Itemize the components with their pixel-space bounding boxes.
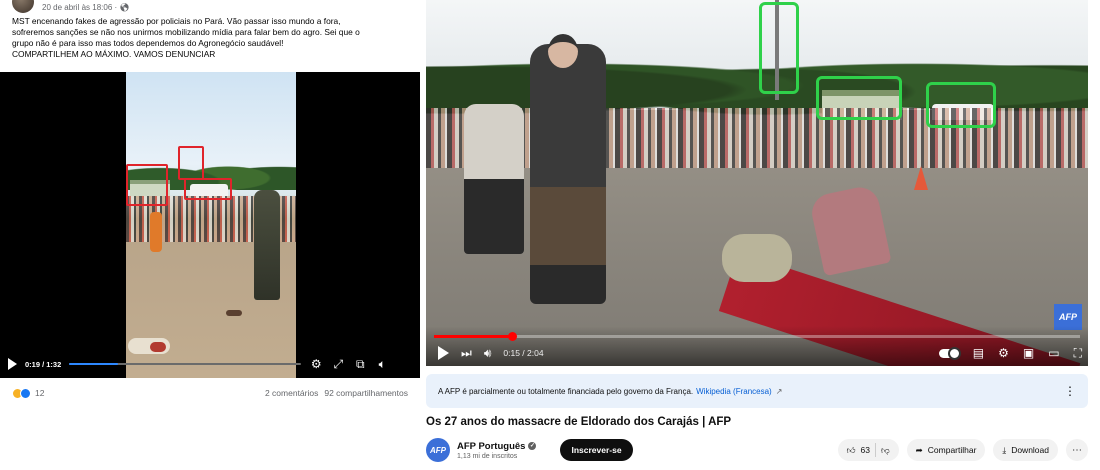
- miniplayer-icon[interactable]: ▣: [1023, 346, 1034, 360]
- video-actions: 👍︎ 63 👎︎ ➦ Compartilhar ⤓ Download ⋯: [837, 439, 1088, 461]
- thumbs-down-icon[interactable]: 👎︎: [881, 445, 890, 456]
- post-text-line: MST encenando fakes de agressão por poli…: [12, 16, 341, 26]
- share-label: Compartilhar: [927, 445, 977, 455]
- post-meta: 20 de abril às 18:06 · 🌎︎: [12, 0, 130, 13]
- youtube-watch-page: AFP ⏭︎ 🔊︎ 0:15 / 2:04 ▤ ⚙︎ ▣ ▭ ⛶ A AFP é…: [426, 0, 1100, 470]
- thumbs-up-icon: 👍︎: [846, 444, 856, 455]
- comments-count[interactable]: 2 comentários: [265, 388, 318, 398]
- autoplay-toggle[interactable]: [938, 346, 961, 360]
- highlight-box-house: [816, 76, 902, 120]
- police-officer: [254, 190, 280, 300]
- seek-bar[interactable]: [434, 332, 1080, 341]
- channel-row: AFP AFP Português ✓ 1,13 mi de inscritos…: [426, 436, 1088, 464]
- info-panel-link[interactable]: Wikipedia (Francesa): [696, 387, 772, 396]
- playback-time: 0:15 / 2:04: [503, 348, 544, 358]
- gear-icon[interactable]: ⚙︎: [309, 357, 323, 371]
- fb-video-player[interactable]: 0:19 / 1:32 ⚙︎ ⤢ ⧉ 🔈︎: [0, 72, 420, 378]
- highlight-box-bus: [184, 178, 232, 200]
- seek-bar[interactable]: [69, 363, 302, 365]
- playback-time: 0:19 / 1:32: [25, 359, 62, 369]
- subscribe-button[interactable]: Inscrever-se: [560, 439, 633, 461]
- fb-player-controls: 0:19 / 1:32 ⚙︎ ⤢ ⧉ 🔈︎: [0, 350, 420, 378]
- more-actions-icon[interactable]: ⋯: [1066, 439, 1088, 461]
- volume-icon[interactable]: 🔈︎: [375, 357, 389, 371]
- pip-icon[interactable]: ⧉: [353, 357, 367, 371]
- post-text-line: sofreremos sanções se não nos unirmos mo…: [12, 27, 360, 37]
- running-person: [150, 212, 162, 252]
- post-text: MST encenando fakes de agressão por poli…: [12, 16, 407, 60]
- yt-player-controls: ⏭︎ 🔊︎ 0:15 / 2:04 ▤ ⚙︎ ▣ ▭ ⛶: [426, 326, 1088, 366]
- like-count: 63: [860, 445, 870, 455]
- fullscreen-icon[interactable]: ⛶: [1074, 346, 1082, 360]
- channel-avatar[interactable]: AFP: [426, 438, 450, 462]
- gear-icon[interactable]: ⚙︎: [998, 346, 1009, 360]
- highlight-box-van: [926, 82, 996, 128]
- fullscreen-icon[interactable]: ⤢: [331, 357, 345, 371]
- seek-bar-progress: [69, 363, 118, 365]
- video-title: Os 27 anos do massacre de Eldorado dos C…: [426, 416, 732, 428]
- next-icon[interactable]: ⏭︎: [461, 346, 472, 360]
- subscriber-count: 1,13 mi de inscritos: [457, 452, 518, 460]
- play-icon[interactable]: [8, 358, 17, 370]
- info-panel-text: A AFP é parcialmente ou totalmente finan…: [438, 386, 694, 396]
- highlight-box-pole: [759, 2, 799, 94]
- crouching-man: [464, 104, 524, 254]
- channel-name[interactable]: AFP Português: [457, 441, 525, 452]
- divider: [875, 443, 876, 457]
- camera-operator: [530, 34, 606, 304]
- seek-handle[interactable]: [507, 332, 517, 341]
- post-text-line: grupo não é para isso mas todos dependem…: [12, 38, 284, 48]
- reactions-count[interactable]: 12: [35, 388, 44, 398]
- like-button[interactable]: 👍︎ 63: [847, 445, 870, 456]
- external-link-icon[interactable]: ↗: [776, 387, 783, 396]
- verified-icon: ✓: [528, 442, 537, 450]
- like-reaction-icon: [20, 387, 31, 399]
- volume-icon[interactable]: 🔊︎: [484, 346, 492, 360]
- more-icon[interactable]: ⋮: [1064, 384, 1076, 398]
- control-row: ⏭︎ 🔊︎ 0:15 / 2:04 ▤ ⚙︎ ▣ ▭ ⛶: [438, 344, 1082, 362]
- highlight-box-pole: [178, 146, 204, 180]
- reactions[interactable]: [12, 387, 31, 399]
- post-date[interactable]: 20 de abril às 18:06 · 🌎︎: [42, 3, 130, 12]
- shoe: [226, 310, 242, 316]
- download-label: Download: [1011, 445, 1049, 455]
- author-avatar[interactable]: [12, 0, 34, 13]
- channel-info: AFP Português ✓ 1,13 mi de inscritos: [457, 441, 537, 460]
- like-dislike-group: 👍︎ 63 👎︎: [837, 439, 899, 461]
- post-text-line: COMPARTILHEM AO MÁXIMO. VAMOS DENUNCIAR: [12, 49, 216, 59]
- theater-icon[interactable]: ▭: [1048, 346, 1059, 360]
- subtitles-icon[interactable]: ▤: [973, 346, 984, 360]
- video-frame: [126, 72, 296, 378]
- shares-count[interactable]: 92 compartilhamentos: [324, 388, 408, 398]
- download-icon: ⤓: [1002, 444, 1007, 455]
- yt-video-player[interactable]: AFP ⏭︎ 🔊︎ 0:15 / 2:04 ▤ ⚙︎ ▣ ▭ ⛶: [426, 0, 1088, 366]
- info-panel: A AFP é parcialmente ou totalmente finan…: [426, 374, 1088, 408]
- post-stats: 12 2 comentários 92 compartilhamentos: [0, 384, 420, 402]
- share-button[interactable]: ➦ Compartilhar: [906, 439, 986, 461]
- facebook-post: 20 de abril às 18:06 · 🌎︎ MST encenando …: [0, 0, 420, 470]
- download-button[interactable]: ⤓ Download: [993, 439, 1058, 461]
- person-on-ground: [722, 234, 792, 282]
- share-icon: ➦: [915, 444, 923, 455]
- play-icon[interactable]: [438, 346, 449, 360]
- channel-name-row[interactable]: AFP Português ✓: [457, 441, 537, 452]
- seek-bar-progress: [434, 335, 512, 338]
- globe-icon: 🌎︎: [119, 2, 130, 12]
- highlight-box-house: [126, 164, 168, 206]
